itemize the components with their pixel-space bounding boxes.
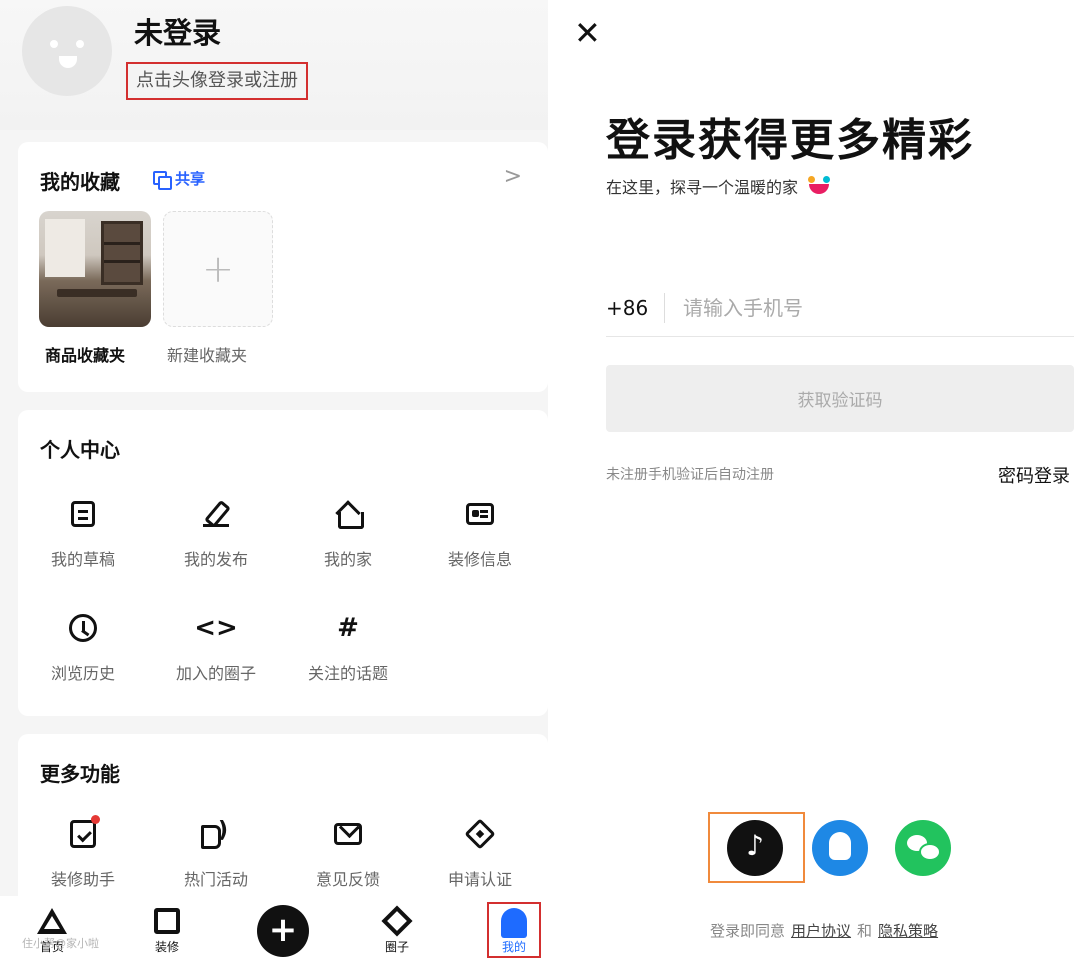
menu-item-apply-certification[interactable]: 申请认证 bbox=[415, 814, 545, 890]
login-headline: 登录获得更多精彩 bbox=[606, 115, 974, 166]
tab-circles[interactable]: 圈子 bbox=[367, 904, 427, 955]
thumbnail-window bbox=[45, 219, 85, 277]
avatar-eye bbox=[50, 40, 58, 48]
agreement-and: 和 bbox=[857, 922, 873, 940]
favorites-card: 我的收藏 共享 > + 商品收藏夹 新建收藏夹 bbox=[18, 142, 548, 392]
tab-renovation[interactable]: 装修 bbox=[137, 904, 197, 955]
menu-item-label: 浏览历史 bbox=[50, 664, 115, 683]
privacy-policy-link[interactable]: 隐私策略 bbox=[878, 920, 938, 941]
diamond-icon bbox=[381, 905, 413, 937]
menu-item-label: 加入的圈子 bbox=[175, 664, 256, 683]
agreement-prefix: 登录即同意 bbox=[710, 922, 786, 940]
login-register-hint[interactable]: 点击头像登录或注册 bbox=[126, 62, 308, 100]
clock-icon bbox=[69, 614, 97, 642]
tab-label: 装修 bbox=[154, 940, 179, 954]
badge-icon bbox=[464, 818, 496, 850]
notification-dot bbox=[91, 815, 100, 824]
profile-page: 未登录 点击头像登录或注册 我的收藏 共享 > + 商品收藏夹 新建收藏夹 个人… bbox=[0, 0, 548, 971]
code-brackets-icon: <> bbox=[194, 613, 238, 643]
more-features-card: 更多功能 装修助手 热门活动 意见反馈 申请认证 bbox=[18, 734, 548, 914]
menu-item-posts[interactable]: 我的发布 bbox=[151, 494, 281, 570]
favorites-title: 我的收藏 bbox=[40, 170, 120, 194]
douyin-login-icon[interactable] bbox=[727, 820, 783, 876]
auto-register-note: 未注册手机验证后自动注册 bbox=[606, 467, 774, 483]
pen-icon bbox=[203, 501, 229, 527]
share-button[interactable]: 共享 bbox=[153, 168, 206, 190]
menu-item-label: 装修信息 bbox=[447, 550, 512, 569]
share-icon bbox=[153, 170, 172, 190]
menu-item-label: 意见反馈 bbox=[315, 870, 380, 889]
tab-label: 圈子 bbox=[384, 940, 409, 954]
subline-text: 在这里，探寻一个温暖的家 bbox=[606, 178, 799, 197]
avatar[interactable] bbox=[22, 6, 112, 96]
tab-label: 我的 bbox=[501, 940, 526, 954]
clipboard-check-icon bbox=[70, 815, 100, 848]
login-subline: 在这里，探寻一个温暖的家 bbox=[606, 174, 832, 198]
personal-center-card: 个人中心 我的草稿 我的发布 我的家 装修信息 浏览历史 <> 加入的圈子 # … bbox=[18, 410, 548, 716]
product-folder-thumbnail[interactable] bbox=[39, 211, 151, 327]
menu-item-label: 热门活动 bbox=[183, 870, 248, 889]
user-agreement-link[interactable]: 用户协议 bbox=[791, 920, 851, 941]
phone-input-row: +86 bbox=[606, 280, 1074, 337]
personal-center-title: 个人中心 bbox=[40, 438, 120, 462]
menu-item-label: 申请认证 bbox=[447, 870, 512, 889]
menu-item-renovation-info[interactable]: 装修信息 bbox=[415, 494, 545, 570]
create-post-button[interactable]: + bbox=[257, 905, 309, 957]
divider bbox=[664, 293, 665, 323]
thumbnail-table bbox=[57, 289, 137, 297]
menu-item-label: 我的草稿 bbox=[50, 550, 115, 569]
mail-icon bbox=[334, 823, 362, 845]
draft-icon bbox=[71, 501, 95, 527]
menu-item-drafts[interactable]: 我的草稿 bbox=[18, 494, 148, 570]
profile-header: 未登录 点击头像登录或注册 bbox=[0, 0, 548, 130]
country-code[interactable]: +86 bbox=[606, 296, 664, 320]
login-page: ✕ 登录获得更多精彩 在这里，探寻一个温暖的家 +86 获取验证码 未注册手机验… bbox=[548, 0, 1080, 971]
wechat-login-icon[interactable] bbox=[895, 820, 951, 876]
menu-item-label: 关注的话题 bbox=[307, 664, 388, 683]
product-folder-label: 商品收藏夹 bbox=[45, 346, 126, 365]
menu-item-label: 我的发布 bbox=[183, 550, 248, 569]
new-folder-button[interactable]: + bbox=[163, 211, 273, 327]
more-features-title: 更多功能 bbox=[40, 762, 120, 786]
home-icon bbox=[335, 502, 364, 529]
smiley-icon bbox=[806, 176, 832, 196]
person-icon bbox=[501, 908, 527, 938]
menu-item-label: 装修助手 bbox=[50, 870, 115, 889]
avatar-mouth bbox=[59, 56, 77, 68]
get-code-button[interactable]: 获取验证码 bbox=[606, 365, 1074, 432]
password-login-link[interactable]: 密码登录 bbox=[998, 462, 1070, 488]
close-icon[interactable]: ✕ bbox=[574, 14, 601, 52]
profile-name: 未登录 bbox=[134, 16, 222, 50]
menu-item-my-home[interactable]: 我的家 bbox=[283, 494, 413, 570]
menu-item-hot-events[interactable]: 热门活动 bbox=[151, 814, 281, 890]
watermark: 住小帮@家小啦 bbox=[22, 937, 99, 950]
menu-item-feedback[interactable]: 意见反馈 bbox=[283, 814, 413, 890]
qq-login-icon[interactable] bbox=[812, 820, 868, 876]
menu-item-label: 我的家 bbox=[323, 550, 372, 569]
plus-icon: + bbox=[202, 247, 234, 291]
tab-mine[interactable]: 我的 bbox=[487, 902, 541, 958]
id-card-icon bbox=[466, 503, 494, 525]
speaker-icon bbox=[201, 818, 231, 849]
triangle-icon bbox=[37, 908, 67, 934]
hashtag-icon: # bbox=[337, 613, 359, 643]
phone-input[interactable] bbox=[683, 296, 1074, 320]
agreement-text: 登录即同意 用户协议 和 隐私策略 bbox=[710, 920, 938, 941]
menu-item-history[interactable]: 浏览历史 bbox=[18, 608, 148, 684]
menu-item-followed-topics[interactable]: # 关注的话题 bbox=[283, 608, 413, 684]
square-icon bbox=[154, 908, 180, 934]
menu-item-renovation-assistant[interactable]: 装修助手 bbox=[18, 814, 148, 890]
menu-item-joined-circles[interactable]: <> 加入的圈子 bbox=[151, 608, 281, 684]
avatar-eye bbox=[76, 40, 84, 48]
thumbnail-shelf bbox=[101, 221, 143, 285]
share-label: 共享 bbox=[175, 170, 206, 188]
new-folder-label: 新建收藏夹 bbox=[167, 346, 248, 365]
chevron-right-icon[interactable]: > bbox=[504, 164, 522, 189]
